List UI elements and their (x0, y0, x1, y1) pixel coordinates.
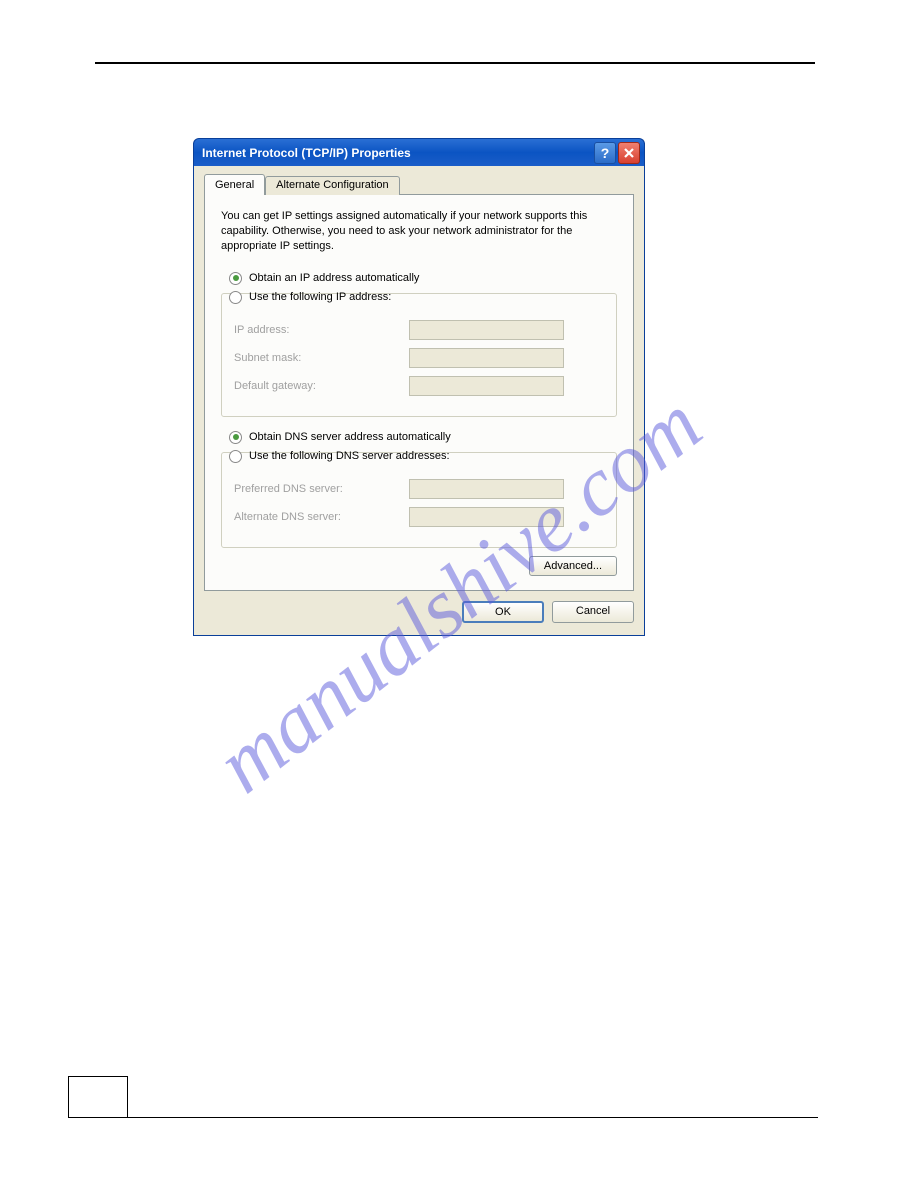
ip-address-input (409, 320, 564, 340)
page-box-bottom (68, 1076, 128, 1118)
radio-icon[interactable] (229, 450, 242, 463)
tab-content: You can get IP settings assigned automat… (204, 194, 634, 591)
radio-icon[interactable] (229, 272, 242, 285)
dialog-title: Internet Protocol (TCP/IP) Properties (202, 146, 594, 160)
default-gateway-label: Default gateway: (234, 380, 409, 392)
preferred-dns-input (409, 479, 564, 499)
description-text: You can get IP settings assigned automat… (221, 209, 617, 254)
dialog-footer: OK Cancel (204, 591, 634, 625)
tab-alternate-configuration[interactable]: Alternate Configuration (265, 176, 400, 195)
page-rule-bottom (128, 1117, 818, 1118)
advanced-button[interactable]: Advanced... (529, 556, 617, 576)
titlebar-buttons: ? (594, 142, 640, 164)
field-subnet-mask: Subnet mask: (234, 348, 604, 368)
subnet-mask-input (409, 348, 564, 368)
ip-fields-group: IP address: Subnet mask: Default gateway… (221, 293, 617, 417)
tab-general[interactable]: General (204, 174, 265, 195)
dns-fields-group: Preferred DNS server: Alternate DNS serv… (221, 452, 617, 548)
field-preferred-dns: Preferred DNS server: (234, 479, 604, 499)
dialog-body: General Alternate Configuration You can … (193, 166, 645, 636)
help-icon[interactable]: ? (594, 142, 616, 164)
radio-obtain-dns-auto[interactable]: Obtain DNS server address automatically (229, 431, 617, 444)
field-alternate-dns: Alternate DNS server: (234, 507, 604, 527)
ip-address-label: IP address: (234, 324, 409, 336)
default-gateway-input (409, 376, 564, 396)
titlebar: Internet Protocol (TCP/IP) Properties ? (193, 138, 645, 166)
radio-label: Use the following DNS server addresses: (249, 450, 450, 462)
alternate-dns-input (409, 507, 564, 527)
subnet-mask-label: Subnet mask: (234, 352, 409, 364)
dialog-window: Internet Protocol (TCP/IP) Properties ? … (193, 138, 645, 636)
cancel-button[interactable]: Cancel (552, 601, 634, 623)
advanced-row: Advanced... (221, 556, 617, 576)
alternate-dns-label: Alternate DNS server: (234, 511, 409, 523)
preferred-dns-label: Preferred DNS server: (234, 483, 409, 495)
radio-label: Obtain an IP address automatically (249, 272, 419, 284)
page-rule-top (95, 62, 815, 64)
tabs: General Alternate Configuration (204, 174, 634, 195)
radio-obtain-ip-auto: Obtain an IP address automatically (229, 272, 617, 285)
ok-button[interactable]: OK (462, 601, 544, 623)
radio-label: Obtain DNS server address automatically (249, 431, 451, 443)
close-icon[interactable] (618, 142, 640, 164)
radio-icon[interactable] (229, 291, 242, 304)
radio-icon[interactable] (229, 431, 242, 444)
field-ip-address: IP address: (234, 320, 604, 340)
radio-label: Use the following IP address: (249, 291, 391, 303)
field-default-gateway: Default gateway: (234, 376, 604, 396)
